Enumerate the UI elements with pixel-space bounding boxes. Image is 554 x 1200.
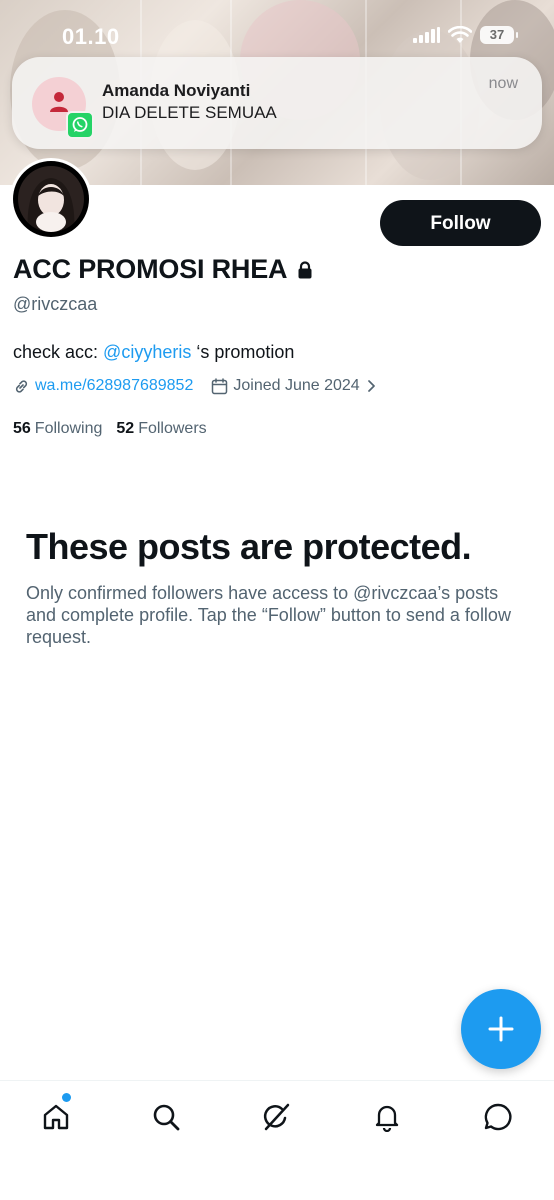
search-icon [153,1104,180,1131]
whatsapp-icon [66,111,94,139]
follow-stats: 56 Following 52 Followers [13,420,207,438]
nav-search[interactable] [146,1097,186,1137]
profile-bio: check acc: @ciyyheris ‘s promotion [13,342,294,363]
profile-avatar[interactable] [10,158,92,240]
following-label: Following [34,420,103,437]
compose-button[interactable] [461,989,541,1069]
notifications-icon [375,1105,399,1132]
followers-link[interactable]: 52 Followers [116,420,206,438]
nav-home[interactable] [36,1097,76,1137]
notification-sender: Amanda Noviyanti [102,81,251,100]
protected-description: Only confirmed followers have access to … [26,583,511,647]
protected-title: These posts are protected. [26,526,472,567]
grok-icon [263,1103,290,1131]
home-icon [43,1104,69,1130]
notification-time: now [488,75,518,92]
user-handle: @rivczcaa [13,294,98,314]
messages-icon [484,1103,512,1131]
signal-icon [413,27,440,43]
following-link[interactable]: 56 Following [13,420,102,438]
wifi-icon [448,26,472,43]
status-icons: 37 [413,26,518,44]
status-time: 01.10 [62,24,120,49]
battery-icon: 37 [480,26,518,44]
bio-text-suffix: ‘s promotion [191,342,295,362]
nav-notifications[interactable] [367,1097,407,1137]
following-count: 56 [13,420,31,437]
chevron-right-icon[interactable] [366,379,376,393]
bio-text: check acc: [13,342,104,362]
display-name-text: ACC PROMOSI RHEA [13,254,288,284]
notification-message: DIA DELETE SEMUAA [102,103,277,122]
person-icon [50,92,68,112]
profile-meta: wa.me/628987689852 Joined June 2024 [13,377,376,395]
joined-date[interactable]: Joined June 2024 [233,377,359,395]
followers-count: 52 [116,420,135,437]
link-icon [15,379,28,393]
notification-banner[interactable]: Amanda Noviyanti DIA DELETE SEMUAA now [12,57,542,149]
lock-icon [298,260,312,278]
nav-grok[interactable] [257,1097,297,1137]
avatar-photo [18,166,84,232]
profile-link[interactable]: wa.me/628987689852 [35,377,193,395]
home-notification-dot [62,1093,71,1102]
calendar-icon [212,377,228,394]
plus-icon [488,1016,514,1042]
nav-messages[interactable] [478,1097,518,1137]
bottom-navigation [0,1080,554,1200]
display-name: ACC PROMOSI RHEA [13,254,313,285]
bio-mention-link[interactable]: @ciyyheris [103,342,191,362]
followers-label: Followers [138,420,207,437]
follow-button[interactable]: Follow [380,200,541,246]
